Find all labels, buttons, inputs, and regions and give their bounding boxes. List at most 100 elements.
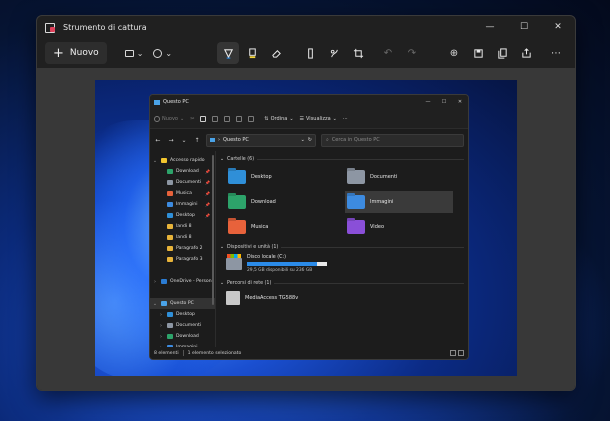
back-arrow-icon[interactable]: ←: [154, 137, 162, 144]
folder-item[interactable]: Immagini: [345, 191, 453, 213]
new-snip-button[interactable]: + Nuovo: [45, 42, 107, 64]
more-options-button[interactable]: ⋯: [545, 42, 567, 64]
cut-button[interactable]: ✂: [190, 116, 194, 122]
status-bar: 8 elementi 1 elemento selezionato: [150, 347, 468, 359]
sidebar-item[interactable]: › Documenti: [150, 320, 215, 331]
plus-circle-icon: [154, 115, 160, 122]
sidebar-item[interactable]: ⌄ Accesso rapido: [150, 155, 215, 166]
folder-icon: [347, 195, 365, 209]
folder-item[interactable]: Musica: [226, 216, 345, 238]
expand-chevron-icon[interactable]: ⌄: [152, 158, 158, 164]
sidebar-item-label: Desktop: [176, 213, 195, 218]
folder-item[interactable]: Desktop: [226, 166, 345, 188]
ruler-tool[interactable]: [299, 42, 321, 64]
sidebar-item[interactable]: › Desktop: [150, 309, 215, 320]
sidebar-item-label: Documenti: [176, 323, 202, 328]
recent-locations-chevron-icon[interactable]: ⌄: [180, 137, 188, 144]
sort-icon: ⇅: [264, 115, 269, 122]
sidebar-item[interactable]: › Download: [150, 331, 215, 342]
local-disk-item[interactable]: Disco locale (C:) 29,5 GB disponibili su…: [226, 254, 464, 273]
minimize-button[interactable]: —: [473, 16, 507, 38]
network-location-item[interactable]: MediaAccess TG588v: [226, 291, 464, 305]
explorer-close-button[interactable]: ✕: [452, 95, 468, 109]
forward-arrow-icon[interactable]: →: [167, 137, 175, 144]
paste-button[interactable]: [212, 115, 219, 122]
address-bar[interactable]: › Questo PC ⌄ ↻: [206, 133, 316, 147]
sidebar-scrollbar[interactable]: [212, 155, 214, 305]
highlighter-tool[interactable]: [241, 42, 263, 64]
expand-chevron-icon[interactable]: ›: [158, 334, 164, 340]
sidebar-item-label: Desktop: [176, 312, 195, 317]
sidebar-item[interactable]: › OneDrive - Person: [150, 276, 215, 287]
group-header-devices[interactable]: ⌄ Dispositivi e unità (1): [220, 242, 464, 252]
sidebar-item[interactable]: ⌄ Questo PC: [150, 298, 215, 309]
group-header-folders[interactable]: ⌄ Cartelle (6): [220, 154, 464, 164]
refresh-icon[interactable]: ↻: [308, 137, 312, 143]
group-header-network[interactable]: ⌄ Percorsi di rete (1): [220, 278, 464, 288]
explorer-minimize-button[interactable]: —: [420, 95, 436, 109]
expand-chevron-icon[interactable]: ⌄: [152, 301, 158, 307]
up-arrow-icon[interactable]: ↑: [193, 137, 201, 144]
sidebar-item-label: Download: [176, 169, 199, 174]
sidebar-item[interactable]: landi 8: [150, 221, 215, 232]
chevron-down-icon: ⌄: [220, 156, 225, 162]
sidebar-item[interactable]: Download 📌: [150, 166, 215, 177]
sidebar-item[interactable]: Paragrafo 3: [150, 254, 215, 265]
folder-item[interactable]: Download: [226, 191, 345, 213]
view-menu-button[interactable]: ☰ Visualizza ⌄: [300, 116, 337, 122]
copy-button[interactable]: [491, 42, 513, 64]
share-icon: [521, 47, 531, 58]
sort-menu-button[interactable]: ⇅ Ordina ⌄: [264, 116, 293, 122]
search-input[interactable]: ⌕ Cerca in Questo PC: [321, 133, 464, 147]
search-placeholder: Cerca in Questo PC: [331, 137, 380, 143]
folder-icon: [347, 170, 365, 184]
details-view-button[interactable]: [450, 350, 456, 356]
sidebar-item-label: Paragrafo 3: [176, 257, 203, 262]
folder-icon: [228, 170, 246, 184]
snip-toolbar: + Nuovo ⌄ ⌄ ↶ ↷ ⊕ ⋯: [37, 38, 575, 68]
close-button[interactable]: ✕: [541, 16, 575, 38]
captured-screenshot: Questo PC — ☐ ✕ Nuovo ⌄ ✂ ⇅ Ordina ⌄ ☰ V…: [95, 80, 517, 376]
zoom-button[interactable]: ⊕: [443, 42, 465, 64]
sidebar-item[interactable]: Documenti 📌: [150, 177, 215, 188]
folder-item[interactable]: Documenti: [345, 166, 464, 188]
group-title: Percorsi di rete (1): [227, 280, 272, 286]
copy-button[interactable]: [200, 115, 207, 122]
sidebar-item[interactable]: Paragrafo 2: [150, 243, 215, 254]
eraser-tool[interactable]: [265, 42, 287, 64]
view-label: Visualizza: [306, 115, 331, 122]
folder-item[interactable]: Video: [345, 216, 464, 238]
expand-chevron-icon[interactable]: ›: [158, 323, 164, 329]
more-icon: ⋯: [551, 47, 561, 59]
snip-mode-dropdown[interactable]: ⌄: [124, 48, 144, 58]
rename-button[interactable]: [224, 115, 231, 122]
delay-dropdown[interactable]: ⌄: [153, 48, 172, 58]
save-button[interactable]: [467, 42, 489, 64]
share-button[interactable]: [236, 115, 243, 122]
tiles-view-button[interactable]: [458, 350, 464, 356]
more-options-button[interactable]: ⋯: [343, 116, 348, 122]
expand-chevron-icon[interactable]: ›: [158, 312, 164, 318]
sidebar-item[interactable]: Immagini 📌: [150, 199, 215, 210]
new-menu-button[interactable]: Nuovo ⌄: [154, 115, 184, 122]
address-row: ← → ⌄ ↑ › Questo PC ⌄ ↻ ⌕ Cerca in Quest…: [150, 129, 468, 151]
sidebar-item[interactable]: Musica 📌: [150, 188, 215, 199]
crop-tool[interactable]: [347, 42, 369, 64]
touch-writing-tool[interactable]: [323, 42, 345, 64]
folder-icon: [167, 257, 173, 262]
sidebar-item[interactable]: landi 8: [150, 232, 215, 243]
delete-button[interactable]: [248, 115, 255, 122]
maximize-button[interactable]: ☐: [507, 16, 541, 38]
chevron-down-icon: ⌄: [289, 115, 294, 122]
share-button[interactable]: [515, 42, 537, 64]
ballpoint-pen-tool[interactable]: [217, 42, 239, 64]
redo-button[interactable]: ↷: [401, 42, 423, 64]
chevron-down-icon: ⌄: [136, 48, 144, 58]
pin-icon: 📌: [205, 202, 210, 207]
explorer-maximize-button[interactable]: ☐: [436, 95, 452, 109]
expand-chevron-icon[interactable]: ›: [152, 279, 158, 285]
sidebar-item[interactable]: Desktop 📌: [150, 210, 215, 221]
address-text: Questo PC: [223, 137, 249, 143]
undo-button[interactable]: ↶: [377, 42, 399, 64]
